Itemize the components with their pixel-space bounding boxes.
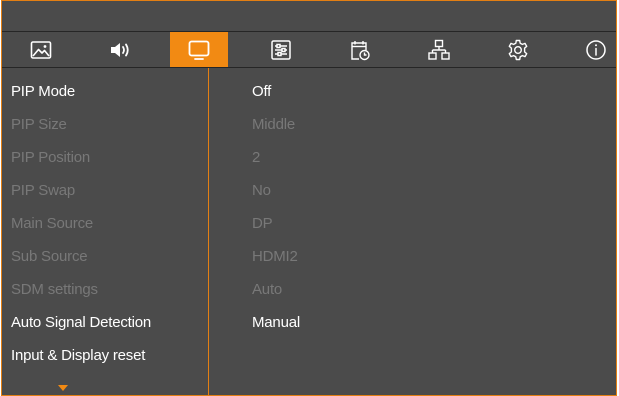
menu-item-pip-size: PIP Size [11, 116, 67, 133]
tab-bar [2, 31, 616, 68]
value-main-source: DP [252, 215, 273, 232]
tab-picture[interactable] [12, 32, 70, 67]
osd-menu: PIP Mode PIP Size PIP Position PIP Swap … [1, 0, 617, 396]
gear-icon [508, 39, 528, 60]
calendar-clock-icon [351, 40, 370, 60]
tab-sound[interactable] [91, 32, 149, 67]
menu-item-main-source: Main Source [11, 215, 94, 232]
menu-item-pip-swap: PIP Swap [11, 182, 75, 199]
menu-item-sub-source: Sub Source [11, 248, 88, 265]
sliders-icon [271, 39, 291, 60]
network-icon [428, 39, 450, 60]
tab-screen[interactable] [170, 32, 228, 67]
menu-item-auto-signal-detection[interactable]: Auto Signal Detection [11, 306, 151, 339]
title-bar [2, 1, 616, 31]
tab-adjust[interactable] [252, 32, 310, 67]
speaker-icon [111, 42, 129, 57]
menu-values: Off Middle 2 No DP HDMI2 Auto Manual [209, 68, 616, 395]
menu-item-pip-position: PIP Position [11, 149, 91, 166]
value-sdm-settings: Auto [252, 281, 283, 298]
picture-icon [30, 40, 52, 59]
menu-item-input-display-reset[interactable]: Input & Display reset [11, 339, 145, 372]
value-pip-swap: No [252, 182, 271, 199]
value-pip-position: 2 [252, 149, 261, 166]
menu-item-pip-mode[interactable]: PIP Mode [11, 75, 75, 108]
value-auto-signal-detection[interactable]: Manual [252, 306, 300, 339]
tab-network[interactable] [410, 32, 468, 67]
value-pip-mode[interactable]: Off [252, 75, 271, 108]
tab-schedule[interactable] [331, 32, 389, 67]
value-sub-source: HDMI2 [252, 248, 298, 265]
scroll-down-arrow-icon[interactable] [58, 385, 68, 391]
info-icon [586, 39, 606, 60]
monitor-icon [188, 40, 210, 60]
menu-labels: PIP Mode PIP Size PIP Position PIP Swap … [2, 68, 208, 395]
value-pip-size: Middle [252, 116, 295, 133]
menu-item-sdm-settings: SDM settings [11, 281, 98, 298]
tab-settings[interactable] [489, 32, 547, 67]
tab-info[interactable] [567, 32, 619, 67]
